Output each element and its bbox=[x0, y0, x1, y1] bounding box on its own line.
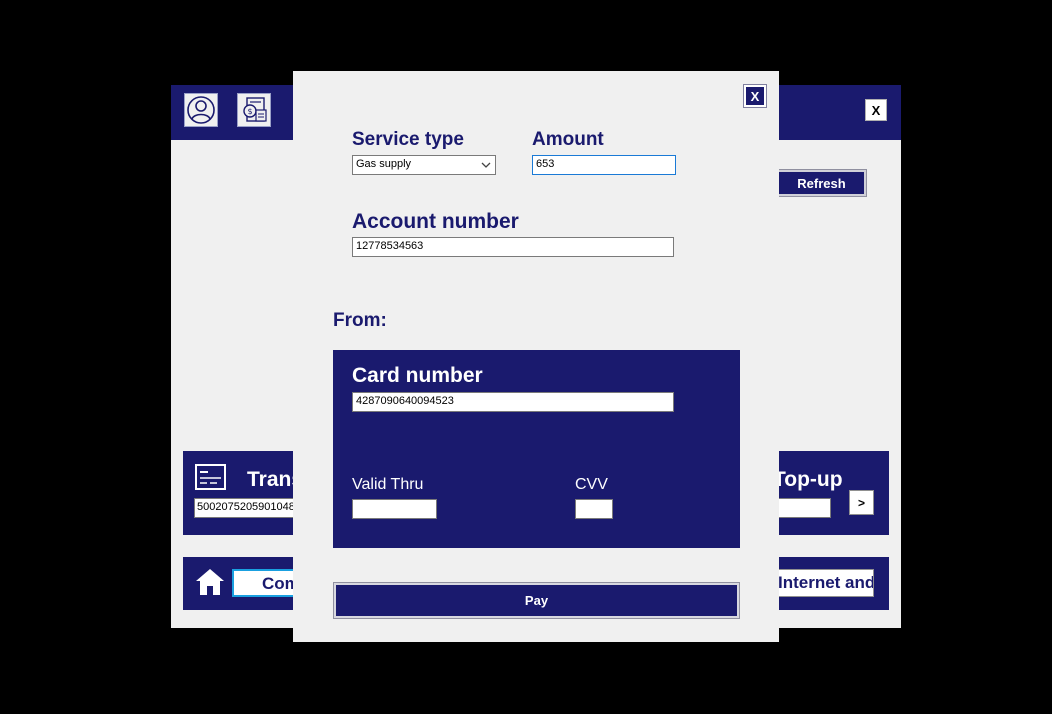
dialog-close-button[interactable]: X bbox=[743, 84, 767, 108]
service-type-select[interactable]: Gas supply bbox=[352, 155, 496, 175]
bill-payment-icon[interactable]: $ bbox=[237, 93, 271, 127]
card-number-label: Card number bbox=[352, 364, 483, 387]
service-type-label: Service type bbox=[352, 129, 464, 150]
background-close-button[interactable]: X bbox=[865, 99, 887, 121]
valid-thru-input[interactable] bbox=[352, 499, 437, 519]
service-type-value: Gas supply bbox=[356, 158, 412, 170]
topup-title: Top-up bbox=[773, 468, 843, 491]
topup-input[interactable] bbox=[773, 498, 831, 518]
from-label: From: bbox=[333, 310, 387, 331]
svg-text:$: $ bbox=[248, 107, 253, 116]
account-number-label: Account number bbox=[352, 210, 519, 233]
user-profile-icon[interactable] bbox=[184, 93, 218, 127]
payment-dialog: X Service type Gas supply Amount 653 Acc… bbox=[293, 71, 779, 642]
card-details-panel: Card number 4287090640094523 Valid Thru … bbox=[333, 350, 740, 548]
cvv-label: CVV bbox=[575, 476, 608, 493]
account-number-input[interactable]: 12778534563 bbox=[352, 237, 674, 257]
refresh-button[interactable]: Refresh bbox=[776, 169, 867, 197]
amount-input[interactable]: 653 bbox=[532, 155, 676, 175]
card-number-input[interactable]: 4287090640094523 bbox=[352, 392, 674, 412]
chevron-down-icon bbox=[481, 162, 491, 168]
valid-thru-label: Valid Thru bbox=[352, 476, 424, 493]
internet-tv-button[interactable]: Internet and TV bbox=[773, 569, 874, 597]
topup-go-button[interactable]: > bbox=[849, 490, 874, 515]
pay-button[interactable]: Pay bbox=[333, 582, 740, 619]
cvv-input[interactable] bbox=[575, 499, 613, 519]
credit-card-icon bbox=[195, 464, 226, 490]
home-icon[interactable] bbox=[195, 568, 225, 596]
amount-label: Amount bbox=[532, 129, 604, 150]
